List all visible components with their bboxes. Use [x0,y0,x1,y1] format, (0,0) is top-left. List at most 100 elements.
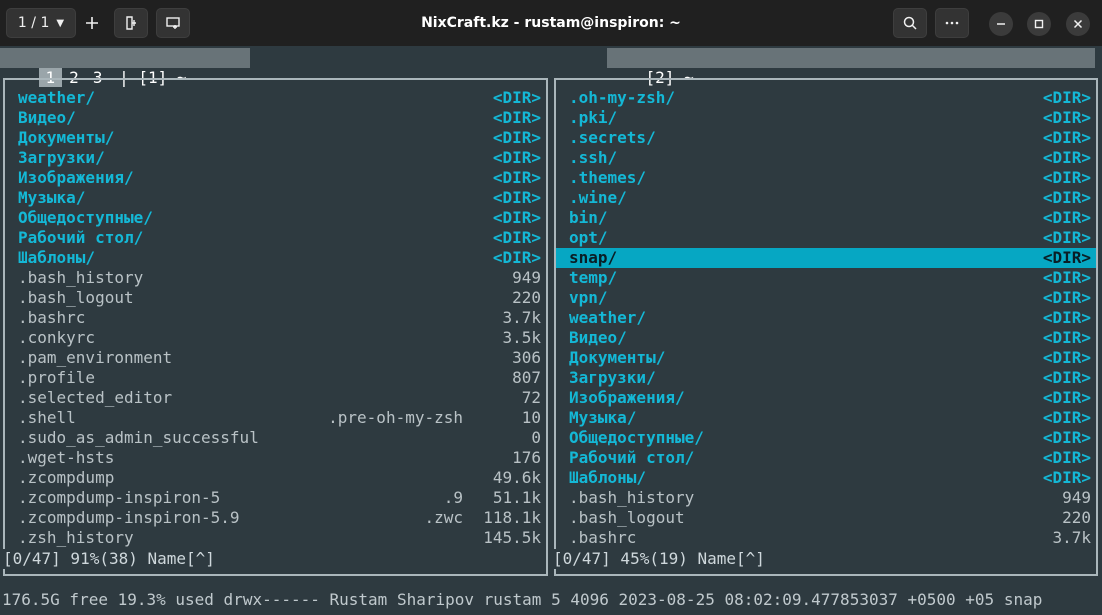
file-row[interactable]: .bash_logout 220 [5,288,546,308]
entry-size: <DIR> [492,228,541,247]
directory-row[interactable]: weather/ <DIR> [556,308,1096,328]
entry-size: <DIR> [492,168,541,187]
entry-size: 306 [512,348,541,367]
entry-size: 49.6k [492,468,541,487]
file-row[interactable]: .zsh_history 145.5k [5,528,546,548]
file-row[interactable]: .conkyrc 3.5k [5,328,546,348]
entry-extension: .pre-oh-my-zsh [328,408,463,427]
directory-row[interactable]: Изображения/ <DIR> [556,388,1096,408]
entry-name: Изображения/ [18,168,134,187]
directory-row[interactable]: Шаблоны/ <DIR> [556,468,1096,488]
entry-size: 3.7k [1052,528,1091,547]
directory-row[interactable]: bin/ <DIR> [556,208,1096,228]
file-row[interactable]: .zcompdump 49.6k [5,468,546,488]
search-icon [903,16,917,30]
entry-size: <DIR> [1042,128,1091,147]
menu-button[interactable] [935,8,969,38]
file-row[interactable]: .zcompdump-inspiron-5 .9 51.1k [5,488,546,508]
directory-row[interactable]: Музыка/ <DIR> [5,188,546,208]
directory-row[interactable]: .pki/ <DIR> [556,108,1096,128]
directory-row[interactable]: Общедоступные/ <DIR> [556,428,1096,448]
entry-name: Документы/ [569,348,666,367]
directory-row[interactable]: opt/ <DIR> [556,228,1096,248]
entry-name: .bash_logout [18,288,134,307]
entry-name: .bash_history [18,268,144,287]
entry-name: .ssh/ [569,148,618,167]
entry-size: 3.7k [502,308,541,327]
entry-size: <DIR> [1042,308,1091,327]
entry-name: .selected_editor [18,388,173,407]
file-row[interactable]: .bash_logout 220 [556,508,1096,528]
close-button[interactable] [1066,12,1090,36]
directory-row[interactable]: .wine/ <DIR> [556,188,1096,208]
entry-size: <DIR> [1042,188,1091,207]
left-file-panel[interactable]: weather/<DIR> Видео/<DIR> Документы/<DIR> З… [3,78,548,576]
entry-size: 118.1k [483,508,541,527]
file-row[interactable]: .profile 807 [5,368,546,388]
entry-name: Видео/ [569,328,627,347]
directory-row[interactable]: snap/ <DIR> [556,248,1096,268]
entry-size: <DIR> [1042,428,1091,447]
entry-name: .zcompdump-inspiron-5.9 [18,508,240,527]
directory-row[interactable]: Изображения/ <DIR> [5,168,546,188]
directory-row[interactable]: .oh-my-zsh/ <DIR> [556,88,1096,108]
entry-size: <DIR> [1042,248,1091,267]
file-row[interactable]: .bashrc 3.7k [5,308,546,328]
right-file-panel[interactable]: .oh-my-zsh/ <DIR> .pki/ <DIR> .secrets/ <DIR>… [554,78,1098,576]
entry-size: <DIR> [492,88,541,107]
directory-row[interactable]: vpn/ <DIR> [556,288,1096,308]
entry-name: .conkyrc [18,328,96,347]
entry-name: .zcompdump [18,468,115,487]
entry-size: <DIR> [1042,88,1091,107]
file-row[interactable]: .wget-hsts 176 [5,448,546,468]
file-row[interactable]: .zcompdump-inspiron-5.9 .zwc 118.1k [5,508,546,528]
directory-row[interactable]: .ssh/ <DIR> [556,148,1096,168]
close-icon [1073,19,1083,29]
directory-row[interactable]: Загрузки/ <DIR> [556,368,1096,388]
terminal-area[interactable]: 123 | [1] ~ [2] ~ weather/ <DIR> Видео/ <DI… [0,46,1102,615]
directory-row[interactable]: .themes/ <DIR> [556,168,1096,188]
search-button[interactable] [893,8,927,38]
file-row[interactable]: .bashrc 3.7k [556,528,1096,548]
directory-row[interactable]: Рабочий стол/ <DIR> [556,448,1096,468]
directory-row[interactable]: Общедоступные/ <DIR> [5,208,546,228]
entry-extension: .9 [443,488,463,507]
directory-row[interactable]: Загрузки/ <DIR> [5,148,546,168]
directory-row[interactable]: Документы/ <DIR> [556,348,1096,368]
file-row[interactable]: .shell .pre-oh-my-zsh 10 [5,408,546,428]
entry-name: bin/ [569,208,608,227]
directory-row[interactable]: temp/ <DIR> [556,268,1096,288]
entry-name: Загрузки/ [18,148,105,167]
entry-name: opt/ [569,228,608,247]
entry-name: Загрузки/ [569,368,656,387]
entry-name: .zcompdump-inspiron-5 [18,488,221,507]
entry-size: <DIR> [492,108,541,127]
directory-row[interactable]: weather/ <DIR> [5,88,546,108]
entry-size: <DIR> [1042,208,1091,227]
window-titlebar: 1 / 1 ▼ NixCraft.kz - rustam@inspiron: ~ [0,0,1102,46]
entry-size: <DIR> [1042,408,1091,427]
entry-name: Рабочий стол/ [18,228,144,247]
file-row[interactable]: .pam_environment 306 [5,348,546,368]
file-row[interactable]: .selected_editor 72 [5,388,546,408]
entry-size: <DIR> [1042,328,1091,347]
directory-row[interactable]: Документы/ <DIR> [5,128,546,148]
maximize-icon [1034,19,1044,29]
menu-icon [945,21,959,25]
entry-name: .zsh_history [18,528,134,547]
entry-size: <DIR> [492,208,541,227]
directory-row[interactable]: Видео/ <DIR> [5,108,546,128]
entry-name: .wine/ [569,188,627,207]
entry-size: 51.1k [492,488,541,507]
minimize-button[interactable] [989,12,1013,36]
file-row[interactable]: .bash_history 949 [556,488,1096,508]
maximize-button[interactable] [1027,12,1051,36]
directory-row[interactable]: Музыка/ <DIR> [556,408,1096,428]
directory-row[interactable]: Рабочий стол/ <DIR> [5,228,546,248]
file-row[interactable]: .bash_history 949 [5,268,546,288]
file-row[interactable]: .sudo_as_admin_successful 0 [5,428,546,448]
directory-row[interactable]: Шаблоны/ <DIR> [5,248,546,268]
directory-row[interactable]: Видео/ <DIR> [556,328,1096,348]
entry-size: 72 [521,388,541,407]
directory-row[interactable]: .secrets/ <DIR> [556,128,1096,148]
